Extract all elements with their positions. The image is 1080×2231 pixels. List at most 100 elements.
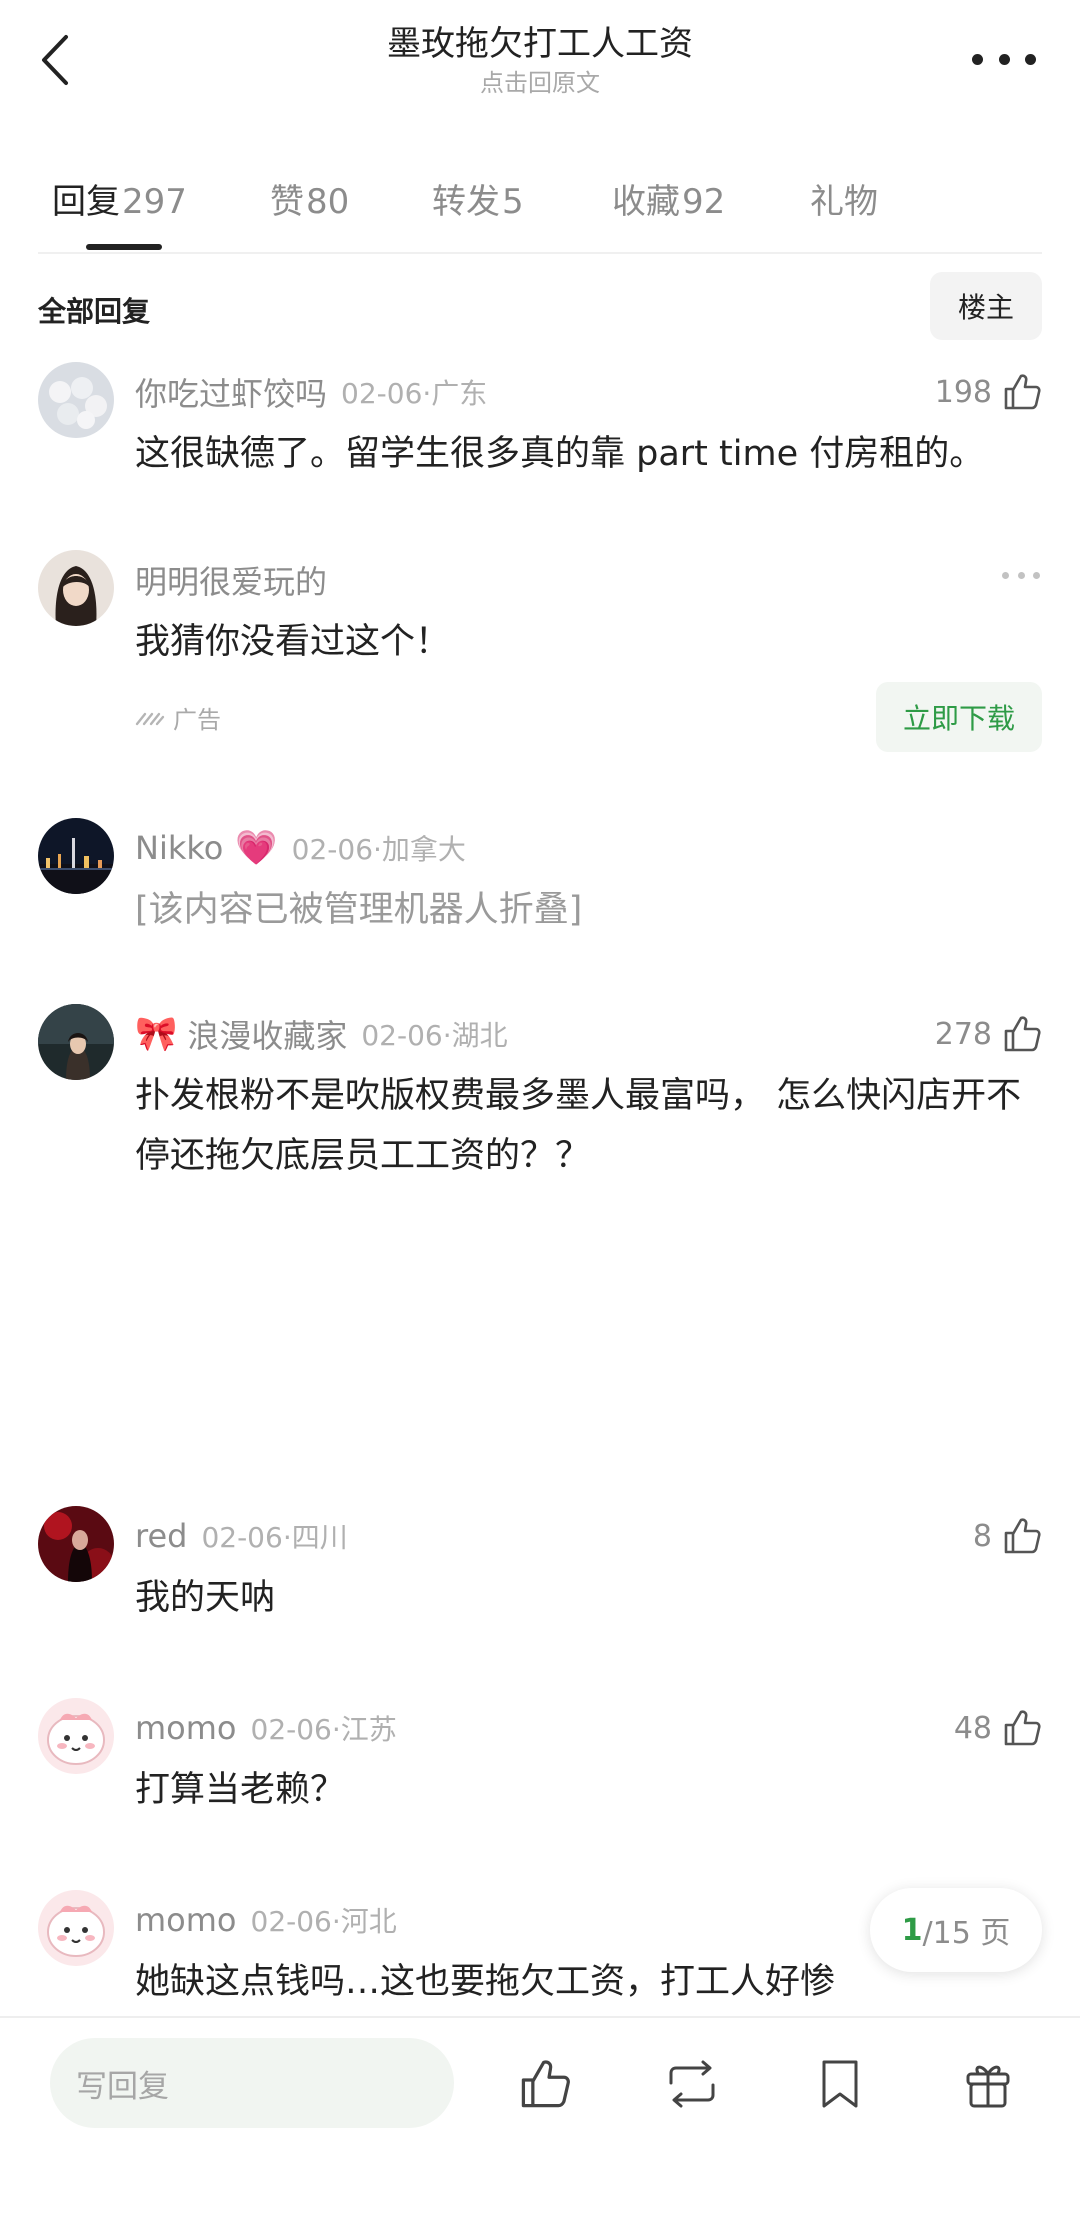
comment-meta: momo 02-06·河北 [135,1898,397,1942]
folded-content-notice: [该内容已被管理机器人折叠] [135,890,583,930]
avatar[interactable] [38,818,114,894]
chevron-left-icon [42,35,68,85]
avatar[interactable] [38,362,114,438]
more-dot-icon [1025,53,1036,65]
avatar[interactable] [38,550,114,626]
top-bar: 墨玫拖欠打工人工资 点击回原文 [0,0,1080,120]
tab-label: 回复 [52,182,120,222]
heart-badge-icon: 💗 [235,828,278,868]
comment-text: 我的天呐 [135,1578,276,1618]
tab-count: 5 [502,182,524,222]
owner-only-button[interactable]: 楼主 [930,272,1042,340]
more-options-button[interactable] [972,44,1036,74]
active-tab-indicator [86,244,162,250]
thumbs-up-icon [1004,1710,1041,1746]
title-block[interactable]: 墨玫拖欠打工人工资 点击回原文 [240,22,840,100]
username[interactable]: red [135,1517,187,1555]
like-count: 48 [953,1710,992,1746]
comment-item[interactable]: Nikko 💗 02-06·加拿大 [该内容已被管理机器人折叠] [38,818,1042,948]
username[interactable]: momo [135,1709,237,1747]
like-button[interactable]: 278 [935,1010,1042,1058]
like-count: 278 [934,1016,992,1052]
like-count: 198 [934,374,992,410]
thumbs-up-icon [1004,374,1041,410]
comment-item[interactable]: 你吃过虾饺吗 02-06·广东 198 这很缺德了。留学生很多真的靠 part … [38,362,1042,492]
username[interactable]: momo [135,1901,237,1939]
comment-meta: momo 02-06·江苏 [135,1706,397,1750]
repost-button[interactable] [662,2054,722,2114]
comment-date: 02-06·湖北 [361,1019,508,1052]
username[interactable]: Nikko [135,829,223,867]
more-dot-icon [1033,572,1040,579]
tab-label: 礼物 [810,182,878,222]
avatar[interactable] [38,1698,114,1774]
bottom-action-bar: 写回复 [0,2016,1080,2231]
tab-likes[interactable]: 赞80 [270,174,349,223]
comment-text: 扑发根粉不是吹版权费最多墨人最富吗， 怎么快闪店开不停还拖欠底层员工工资的？？ [135,1076,1022,1176]
avatar[interactable] [38,1890,114,1966]
like-button[interactable]: 48 [954,1704,1042,1752]
tab-favorites[interactable]: 收藏92 [612,174,725,223]
current-page: 1 [901,1912,923,1948]
bookmark-button[interactable] [810,2054,870,2114]
like-count: 8 [972,1518,992,1554]
avatar[interactable] [38,1506,114,1582]
username[interactable]: 明明很爱玩的 [135,557,327,603]
tab-count: 92 [682,182,726,222]
comment-meta: 明明很爱玩的 [135,558,327,602]
gift-button[interactable] [958,2054,1018,2114]
thumbs-up-icon [521,2060,570,2108]
tab-count: 297 [122,182,187,222]
page-indicator[interactable]: 1/15 页 [870,1888,1042,1972]
tab-reposts[interactable]: 转发5 [432,174,524,223]
ad-mark-icon [135,712,165,725]
page-title: 墨玫拖欠打工人工资 [387,24,693,64]
back-button[interactable] [30,28,80,92]
tab-replies[interactable]: 回复297 [52,174,187,223]
comment-date: 02-06·四川 [201,1521,348,1554]
username[interactable]: 浪漫收藏家 [187,1011,347,1057]
like-button[interactable]: 8 [973,1512,1042,1560]
comment-date: 02-06·加拿大 [291,833,466,866]
like-button[interactable]: 198 [935,368,1042,416]
ad-options-button[interactable] [1002,572,1040,579]
all-replies-heading: 全部回复 [38,295,151,328]
reply-input[interactable]: 写回复 [50,2038,454,2128]
thumbs-up-icon [1004,1016,1041,1052]
tab-bar: 回复297 赞80 转发5 收藏92 礼物 [38,160,1042,254]
comment-date: 02-06·河北 [250,1905,397,1938]
more-dot-icon [998,53,1010,65]
comment-meta: Nikko 💗 02-06·加拿大 [135,826,466,870]
more-dot-icon [1017,572,1025,579]
like-post-button[interactable] [515,2054,575,2114]
comment-item[interactable]: red 02-06·四川 8 我的天呐 [38,1506,1042,1636]
repost-icon [669,2060,715,2108]
ad-label-text: 广告 [173,706,221,734]
comment-date: 02-06·广东 [341,377,488,410]
download-now-button[interactable]: 立即下载 [876,682,1042,752]
ad-item[interactable]: 明明很爱玩的 我猜你没看过这个！ 广告 立即下载 [38,550,1042,760]
total-pages: /15 页 [922,1916,1011,1951]
comment-meta: red 02-06·四川 [135,1514,348,1558]
comment-text: 打算当老赖？ [135,1770,346,1810]
username[interactable]: 你吃过虾饺吗 [135,369,327,415]
comment-meta: 🎀 浪漫收藏家 02-06·湖北 [135,1012,508,1056]
comment-meta: 你吃过虾饺吗 02-06·广东 [135,370,487,414]
ad-badge: 广告 [135,700,221,735]
comment-item[interactable]: momo 02-06·江苏 48 打算当老赖？ [38,1698,1042,1828]
comment-date: 02-06·江苏 [250,1713,397,1746]
bow-badge-icon: 🎀 [135,1014,178,1054]
comment-item[interactable]: 🎀 浪漫收藏家 02-06·湖北 278 扑发根粉不是吹版权费最多墨人最富吗， … [38,1004,1042,1224]
tab-count: 80 [306,182,350,222]
tab-label: 转发 [432,182,500,222]
comment-text: 这很缺德了。留学生很多真的靠 part time 付房租的。 [135,434,985,474]
tab-gifts[interactable]: 礼物 [810,174,878,223]
avatar[interactable] [38,1004,114,1080]
tab-label: 收藏 [612,182,680,222]
comment-text: 我猜你没看过这个！ [135,622,451,662]
more-dot-icon [1002,572,1009,579]
gift-icon [966,2065,1010,2108]
back-to-original-link[interactable]: 点击回原文 [240,66,840,100]
more-dot-icon [972,53,983,65]
bookmark-icon [822,2060,858,2108]
